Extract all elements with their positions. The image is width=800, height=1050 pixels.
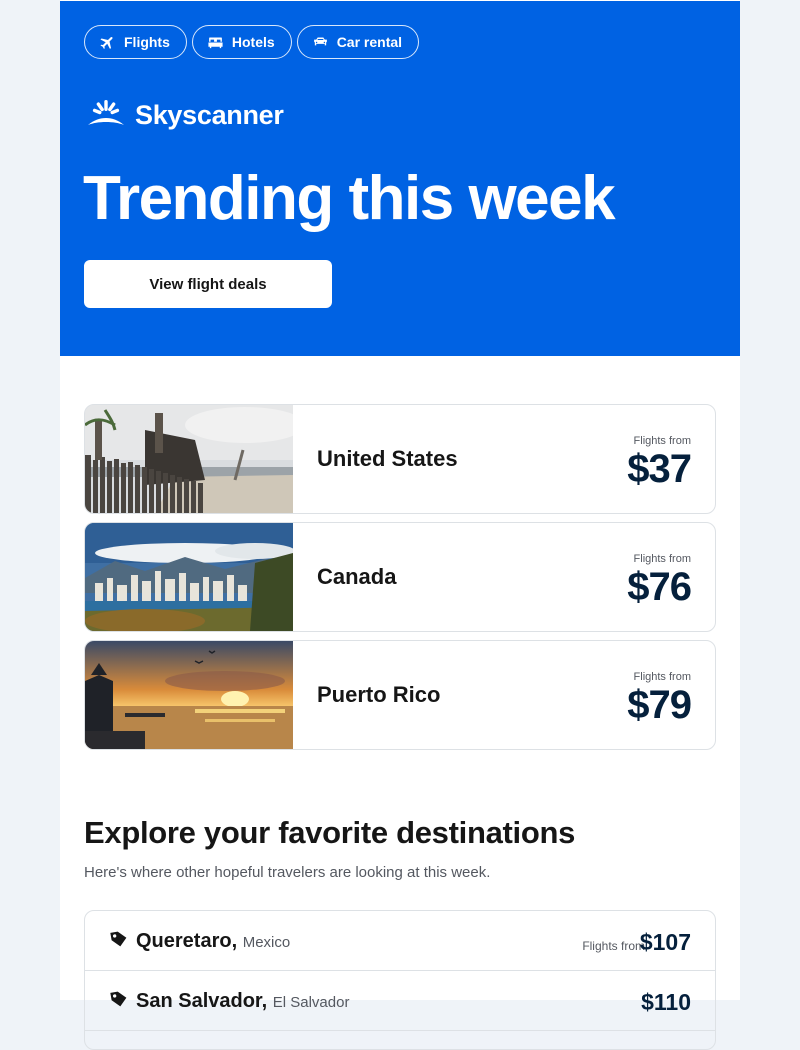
price-tag-icon: [110, 991, 127, 1007]
destination-price: $76: [627, 565, 692, 609]
country-name: Mexico: [242, 934, 291, 951]
puerto-rico-photo: [85, 641, 293, 749]
tab-car-rental-label: Car rental: [336, 34, 403, 50]
destination-name: Canada: [317, 564, 397, 589]
trending-card-united-states[interactable]: United States Flights from $37: [84, 404, 716, 514]
sunrise-logo-icon: [88, 100, 124, 125]
destination-city: San Salvador, El Salvador: [136, 990, 349, 1013]
tab-car-rental[interactable]: Car rental: [296, 25, 420, 59]
explore-section-subtitle: Here's where other hopeful travelers are…: [84, 864, 491, 881]
destination-price: $107: [639, 929, 691, 955]
destination-list: Queretaro, Mexico Flights from $107 San …: [84, 910, 716, 1050]
flights-from-label: Flights from: [633, 435, 691, 447]
destination-price: $37: [627, 447, 692, 491]
city-name: San Salvador,: [136, 990, 268, 1012]
destination-city: Queretaro, Mexico: [136, 930, 290, 953]
city-name: Queretaro,: [136, 930, 238, 952]
tab-flights-label: Flights: [124, 34, 170, 50]
tab-hotels-label: Hotels: [231, 34, 275, 50]
plane-icon: [100, 36, 113, 49]
flights-from-label: Flights from: [633, 671, 691, 683]
country-name: El Salvador: [272, 994, 350, 1011]
destination-name: United States: [317, 446, 458, 471]
view-flight-deals-button[interactable]: View flight deals: [84, 260, 332, 308]
logo-wordmark: Skyscanner: [135, 99, 284, 130]
product-tabs: Flights Hotels Car rental: [84, 25, 420, 59]
united-states-photo: [85, 405, 293, 513]
tab-hotels[interactable]: Hotels: [191, 25, 292, 59]
destination-price: $79: [627, 683, 692, 727]
flights-from-label: Flights from: [633, 553, 691, 565]
bed-icon: [208, 37, 223, 48]
car-icon: [313, 37, 327, 45]
tab-flights[interactable]: Flights: [84, 25, 187, 59]
trending-card-canada[interactable]: Canada Flights from $76: [84, 522, 716, 632]
explore-section-title: Explore your favorite destinations: [84, 815, 576, 850]
email-body: Flights Hotels Car rental Skyscanner Tre…: [60, 0, 740, 1050]
destination-price: $110: [641, 989, 691, 1015]
destination-name: Puerto Rico: [317, 682, 441, 707]
destination-row-queretaro[interactable]: Queretaro, Mexico Flights from $107: [85, 911, 715, 971]
canada-photo: [85, 523, 293, 631]
flights-from-label: Flights from: [582, 939, 645, 953]
destination-row-san-salvador[interactable]: San Salvador, El Salvador $110: [85, 971, 715, 1031]
hero-title: Trending this week: [83, 164, 616, 233]
hero-banner: Flights Hotels Car rental Skyscanner Tre…: [60, 1, 740, 356]
skyscanner-logo[interactable]: Skyscanner: [84, 99, 284, 131]
price-tag-icon: [110, 931, 127, 947]
trending-card-puerto-rico[interactable]: Puerto Rico Flights from $79: [84, 640, 716, 750]
